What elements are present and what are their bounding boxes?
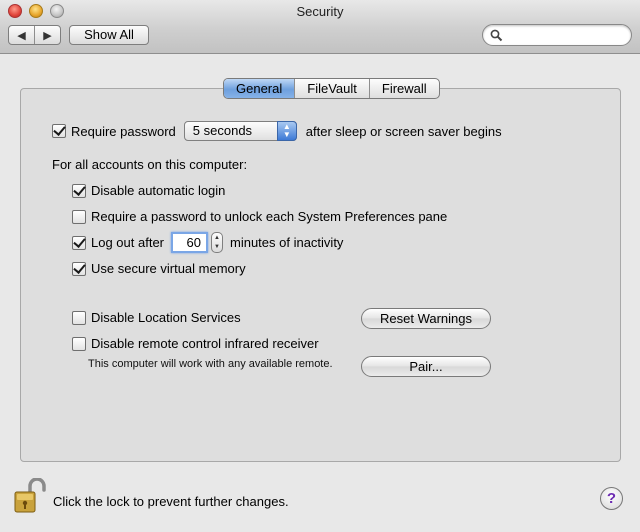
secure-vm-label: Use secure virtual memory [91, 261, 246, 276]
search-input[interactable] [507, 27, 625, 43]
pair-button[interactable]: Pair... [361, 356, 491, 377]
disable-auto-login-row: Disable automatic login [72, 183, 225, 198]
require-password-row: Require password 5 seconds ▲ ▼ after slee… [52, 121, 502, 141]
require-password-suffix: after sleep or screen saver begins [305, 123, 502, 139]
disable-location-label: Disable Location Services [91, 310, 241, 325]
require-pane-password-checkbox[interactable] [72, 209, 86, 224]
log-out-after-label: Log out after [91, 235, 164, 250]
search-icon [490, 29, 503, 42]
lock-icon[interactable] [14, 478, 48, 514]
search-field[interactable] [482, 24, 632, 46]
disable-auto-login-label: Disable automatic login [91, 183, 226, 198]
stepper-up-icon: ▲ [214, 235, 220, 242]
security-preferences-window: Security ◀ ▶ Show All General FileVault … [0, 0, 640, 532]
logout-minutes-field[interactable]: 60 [171, 232, 208, 253]
help-button[interactable]: ? [600, 487, 623, 510]
tab-bar: General FileVault Firewall [223, 78, 440, 99]
toolbar: Security ◀ ▶ Show All [0, 0, 640, 54]
secure-vm-checkbox[interactable] [72, 261, 86, 276]
back-forward-control: ◀ ▶ [8, 25, 61, 45]
disable-auto-login-checkbox[interactable] [72, 183, 86, 198]
disable-infrared-checkbox[interactable] [72, 336, 86, 351]
show-all-button[interactable]: Show All [69, 25, 149, 45]
popup-arrows-icon: ▲ ▼ [276, 121, 297, 141]
disable-location-checkbox[interactable] [72, 310, 86, 325]
log-out-after-checkbox[interactable] [72, 235, 86, 250]
log-out-after-row: Log out after 60 ▲ ▼ minutes of inactivi… [72, 232, 343, 253]
stepper-down-icon: ▼ [214, 243, 220, 250]
window-title: Security [296, 4, 344, 19]
lock-label: Click the lock to prevent further change… [53, 494, 289, 509]
require-pane-password-label: Require a password to unlock each System… [91, 209, 448, 224]
require-pane-password-row: Require a password to unlock each System… [72, 209, 447, 224]
tab-firewall[interactable]: Firewall [368, 79, 439, 98]
password-delay-popup[interactable]: 5 seconds ▲ ▼ [183, 121, 297, 141]
tab-general[interactable]: General [224, 79, 295, 98]
require-password-checkbox[interactable] [52, 124, 66, 138]
password-delay-value: 5 seconds [192, 123, 253, 138]
disable-infrared-label: Disable remote control infrared receiver [91, 336, 319, 351]
infrared-note: This computer will work with any availab… [88, 358, 333, 370]
disable-infrared-row: Disable remote control infrared receiver [72, 336, 319, 351]
tab-filevault[interactable]: FileVault [294, 79, 369, 98]
all-accounts-heading: For all accounts on this computer: [52, 157, 248, 172]
logout-minutes-stepper[interactable]: ▲ ▼ [211, 232, 223, 253]
back-button[interactable]: ◀ [9, 26, 34, 44]
forward-button[interactable]: ▶ [34, 26, 60, 44]
require-password-label: Require password [71, 123, 176, 139]
reset-warnings-button[interactable]: Reset Warnings [361, 308, 491, 329]
disable-location-row: Disable Location Services [72, 310, 241, 325]
logout-minutes-suffix: minutes of inactivity [230, 235, 344, 250]
secure-vm-row: Use secure virtual memory [72, 261, 246, 276]
